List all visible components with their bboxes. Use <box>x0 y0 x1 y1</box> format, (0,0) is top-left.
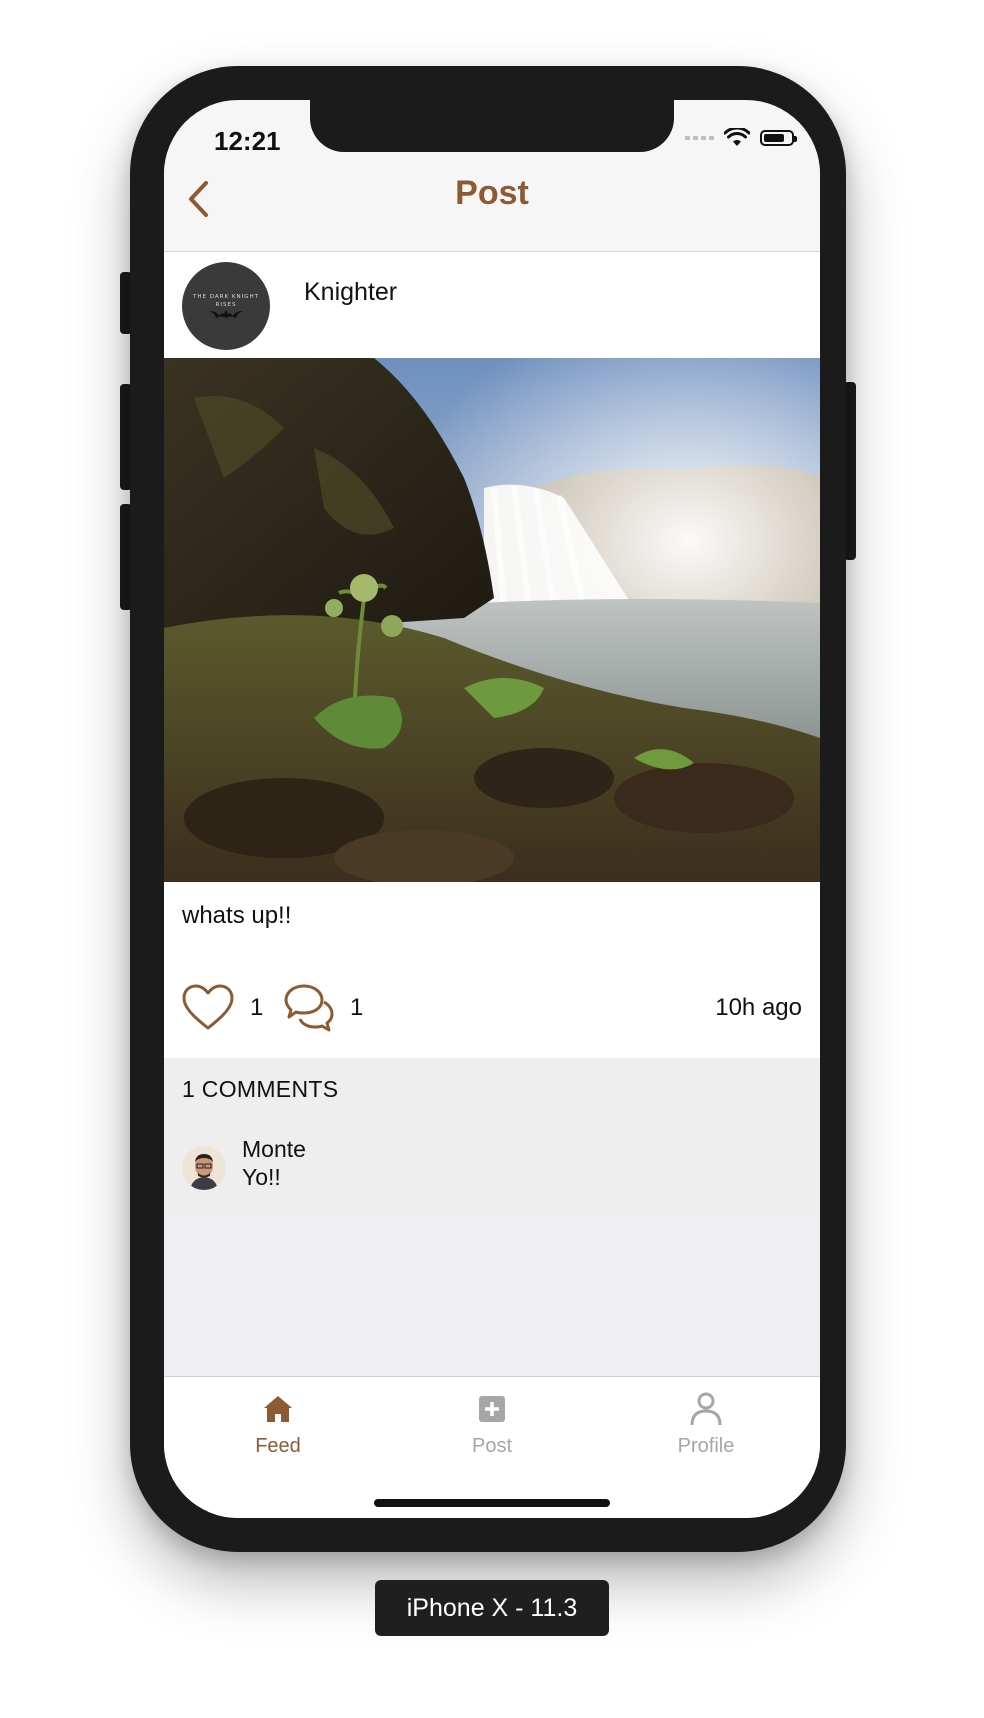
comment-count: 1 <box>350 994 364 1021</box>
comment-avatar[interactable] <box>182 1146 226 1190</box>
simulator-device-label: iPhone X - 11.3 <box>375 1580 609 1636</box>
cellular-signal-icon <box>685 136 714 140</box>
page-title: Post <box>455 174 529 212</box>
home-icon <box>264 1396 292 1422</box>
comments-section: 1 COMMENTS Monte Yo!! <box>164 1058 820 1218</box>
post-header: THE DARK KNIGHT RISES Knighter <box>164 252 820 358</box>
comment-author[interactable]: Monte <box>242 1136 306 1163</box>
tab-post-label: Post <box>471 1435 513 1457</box>
comment-button[interactable] <box>280 980 336 1036</box>
heart-icon <box>182 984 234 1030</box>
tab-feed-label: Feed <box>255 1435 301 1457</box>
post-body: whats up!! 1 1 10h ago <box>164 882 820 1058</box>
like-count: 1 <box>250 994 264 1021</box>
avatar-logo-text-line1: THE DARK KNIGHT <box>193 294 259 300</box>
comments-icon <box>284 984 334 1032</box>
tab-profile-label: Profile <box>677 1435 735 1457</box>
tab-profile[interactable]: Profile <box>636 1389 776 1458</box>
post-caption: whats up!! <box>182 902 292 929</box>
tab-bar: Feed Post Profile <box>164 1376 820 1518</box>
avatar-logo-text-line2: RISES <box>215 302 237 308</box>
tab-feed[interactable]: Feed <box>208 1389 348 1458</box>
navigation-bar: Post <box>164 152 820 252</box>
person-icon <box>690 1392 722 1426</box>
bat-logo-icon <box>209 310 243 318</box>
comments-title: 1 COMMENTS <box>182 1076 339 1102</box>
phone-screen: 12:21 Post THE DARK KNIGHT RISES Knighte… <box>164 100 820 1518</box>
author-name[interactable]: Knighter <box>304 278 397 307</box>
wifi-icon <box>724 128 750 146</box>
post-actions: 1 1 10h ago <box>164 980 820 1040</box>
author-avatar[interactable]: THE DARK KNIGHT RISES <box>182 262 270 350</box>
post-photo <box>164 358 820 882</box>
user-photo-icon <box>182 1146 226 1190</box>
plus-square-icon <box>479 1396 505 1422</box>
post-timestamp: 10h ago <box>715 994 802 1021</box>
like-button[interactable] <box>180 980 236 1036</box>
empty-content-area <box>164 1218 820 1376</box>
home-indicator[interactable] <box>374 1499 610 1507</box>
notch <box>310 100 674 152</box>
tab-post[interactable]: Post <box>422 1389 562 1458</box>
status-icons <box>685 128 797 148</box>
battery-icon <box>760 130 797 146</box>
comment-text: Yo!! <box>242 1164 281 1190</box>
